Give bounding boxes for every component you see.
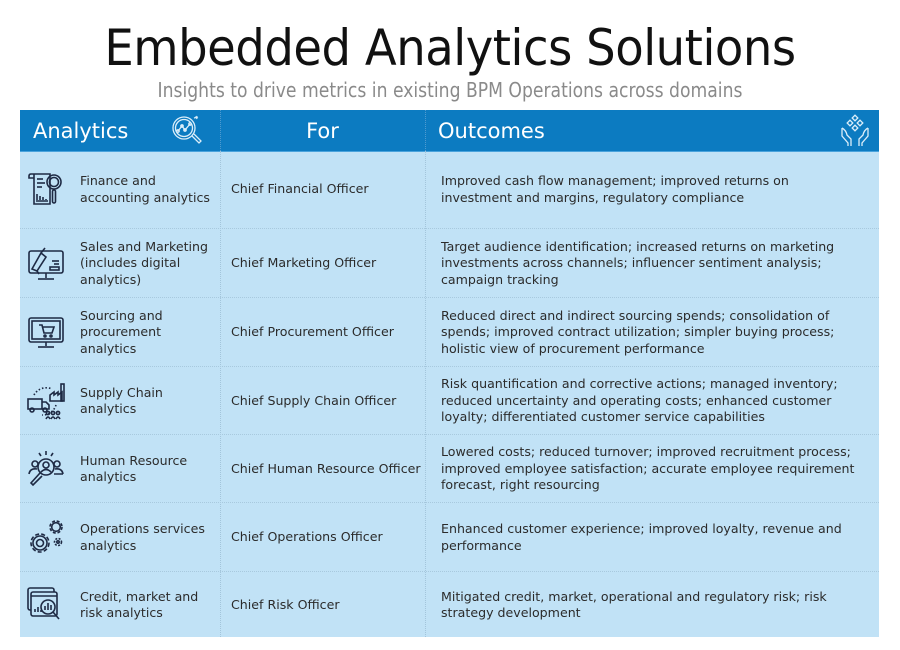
cart-monitor-icon	[26, 298, 66, 367]
column-header-for: For	[306, 119, 339, 143]
analytics-name: Human Resource analytics	[80, 452, 188, 485]
analytics-name: Operations services analytics	[80, 521, 205, 553]
analytics-name: Sales and Marketing (includes digital an…	[80, 238, 208, 287]
outcomes-text: Mitigated credit, market, operational an…	[441, 588, 827, 621]
for-role: Chief Marketing Officer	[231, 255, 377, 271]
table-row: Human Resource analytics Chief Human Res…	[20, 434, 879, 503]
people-search-icon	[26, 435, 66, 503]
table-row: Finance and accounting analytics Chief F…	[20, 151, 879, 228]
outcomes-text: Improved cash flow management; improved …	[441, 173, 789, 205]
analytics-name: Credit, market and risk analytics	[80, 588, 199, 621]
analytics-name: Sourcing and procurement analytics	[80, 307, 163, 356]
for-role: Chief Procurement Officer	[231, 324, 394, 340]
analytics-table: Analytics For Outcomes Finance and accou…	[20, 110, 879, 637]
table-row: Operations services analytics Chief Oper…	[20, 502, 879, 572]
outcomes-text: Risk quantification and corrective actio…	[441, 376, 838, 425]
analytics-name: Supply Chain analytics	[80, 384, 163, 417]
table-row: Supply Chain analytics Chief Supply Chai…	[20, 366, 879, 435]
supply-chain-icon	[26, 367, 66, 435]
page-subtitle: Insights to drive metrics in existing BP…	[157, 78, 743, 102]
for-role: Chief Human Resource Officer	[231, 460, 421, 476]
outcomes-text: Enhanced customer experience; improved l…	[441, 521, 842, 553]
outcomes-text: Target audience identification; increase…	[441, 238, 835, 287]
table-row: Sales and Marketing (includes digital an…	[20, 228, 879, 298]
for-role: Chief Operations Officer	[231, 529, 383, 545]
header-divider	[425, 110, 426, 151]
hands-giving-icon	[838, 114, 872, 148]
risk-chart-search-icon	[26, 572, 66, 638]
outcomes-text: Lowered costs; reduced turnover; improve…	[441, 444, 855, 493]
page-title: Embedded Analytics Solutions	[104, 19, 796, 77]
analytics-magnifier-icon	[170, 114, 204, 148]
for-role: Chief Risk Officer	[231, 596, 340, 612]
column-header-analytics: Analytics	[33, 119, 129, 143]
table-row: Credit, market and risk analytics Chief …	[20, 571, 879, 638]
for-role: Chief Supply Chain Officer	[231, 392, 397, 408]
megaphone-monitor-icon	[26, 229, 66, 298]
for-role: Chief Financial Officer	[231, 181, 369, 197]
outcomes-text: Reduced direct and indirect sourcing spe…	[441, 307, 835, 356]
gears-icon	[26, 503, 66, 572]
analytics-name: Finance and accounting analytics	[80, 173, 210, 205]
finance-report-icon	[26, 151, 66, 228]
table-row: Sourcing and procurement analytics Chief…	[20, 297, 879, 367]
table-header: Analytics For Outcomes	[20, 110, 879, 152]
column-header-outcomes: Outcomes	[438, 119, 545, 143]
